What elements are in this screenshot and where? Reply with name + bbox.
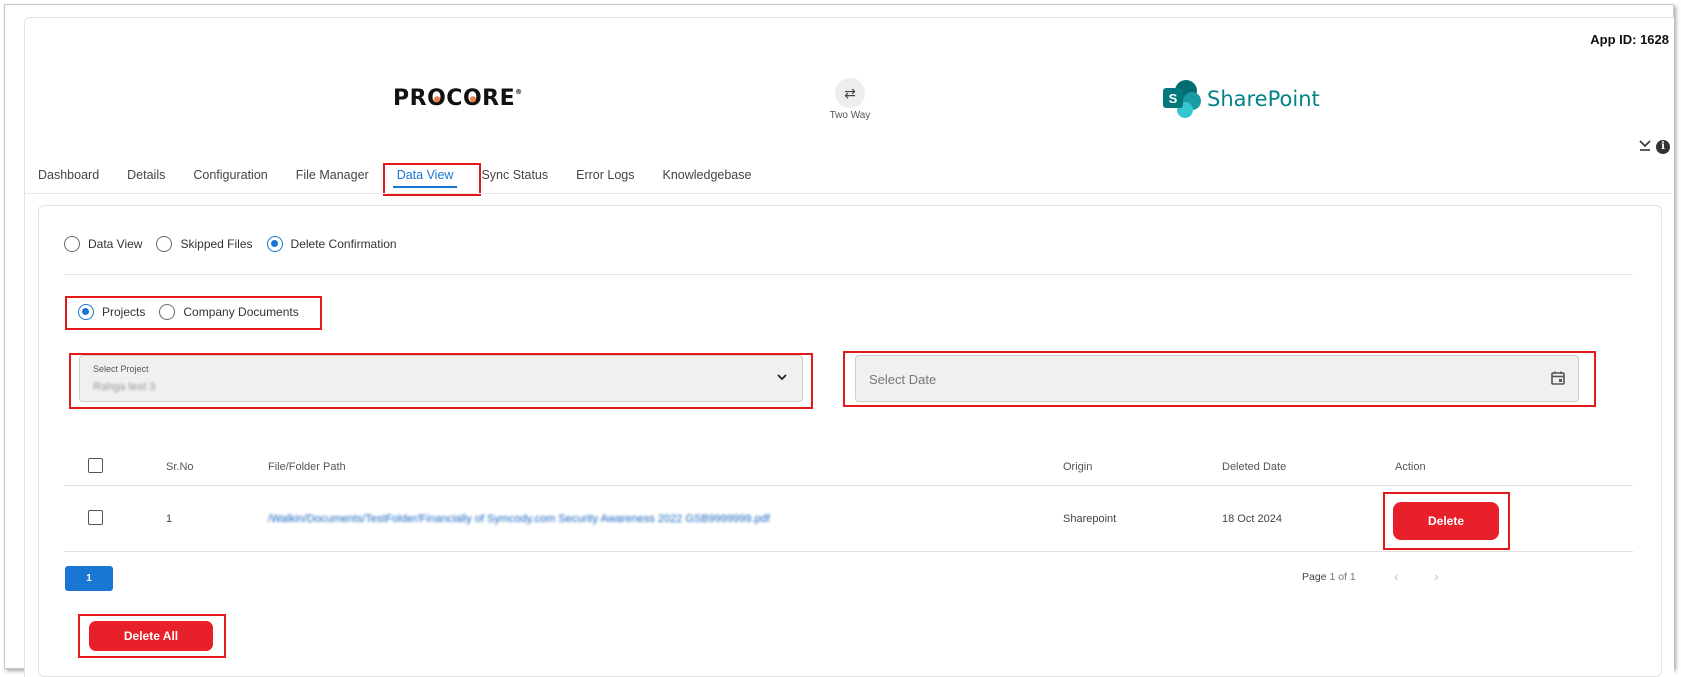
select-all-checkbox[interactable] bbox=[88, 457, 103, 476]
table-header-row: Sr.No File/Folder Path Origin Deleted Da… bbox=[64, 448, 1633, 486]
radio-button[interactable] bbox=[78, 304, 94, 320]
radio-company-documents[interactable]: Company Documents bbox=[159, 304, 299, 320]
date-picker-input[interactable]: Select Date bbox=[855, 355, 1579, 402]
radio-button[interactable] bbox=[64, 236, 80, 252]
project-select-label: Select Project bbox=[93, 364, 149, 374]
radio-delete-confirmation[interactable]: Delete Confirmation bbox=[266, 236, 397, 252]
highlight-data-view-tab bbox=[383, 163, 481, 196]
delete-all-button[interactable]: Delete All bbox=[89, 621, 213, 651]
previous-page-icon[interactable]: ‹ bbox=[1394, 568, 1399, 584]
scope-radio-group: Projects Company Documents bbox=[78, 304, 313, 320]
procore-logo: PROCORE® bbox=[393, 86, 523, 111]
view-mode-radio-group: Data View Skipped Files Delete Confirmat… bbox=[64, 236, 411, 252]
tab-configuration[interactable]: Configuration bbox=[179, 156, 281, 194]
row-file-path-link[interactable]: /Walkin/Documents/TestFolder/Financially… bbox=[268, 513, 770, 525]
row-checkbox[interactable] bbox=[88, 510, 103, 528]
page-info: Page 1 of 1 bbox=[1302, 571, 1356, 583]
calendar-icon[interactable] bbox=[1550, 370, 1566, 386]
project-select-value: Rahga test 3 bbox=[93, 381, 156, 393]
row-origin: Sharepoint bbox=[1063, 513, 1117, 525]
radio-button[interactable] bbox=[266, 236, 283, 252]
radio-button[interactable] bbox=[159, 304, 176, 320]
tab-dashboard[interactable]: Dashboard bbox=[24, 156, 113, 194]
radio-data-view[interactable]: Data View bbox=[64, 236, 142, 252]
info-icon[interactable]: i bbox=[1656, 139, 1670, 154]
column-header-action: Action bbox=[1395, 460, 1426, 473]
row-sr-no: 1 bbox=[166, 513, 173, 525]
tab-file-manager[interactable]: File Manager bbox=[282, 156, 383, 194]
tab-error-logs[interactable]: Error Logs bbox=[562, 156, 648, 194]
app-id-label: App ID: 1628 bbox=[1590, 32, 1669, 47]
radio-button[interactable] bbox=[156, 236, 173, 252]
content-card bbox=[38, 205, 1662, 677]
collapse-icon[interactable] bbox=[1638, 138, 1652, 155]
tab-details[interactable]: Details bbox=[113, 156, 179, 194]
date-picker-placeholder: Select Date bbox=[869, 372, 937, 387]
page-number-button[interactable]: 1 bbox=[65, 566, 113, 591]
header-actions: i bbox=[1638, 138, 1670, 155]
column-header-sr-no: Sr.No bbox=[166, 460, 194, 473]
column-header-deleted-date: Deleted Date bbox=[1222, 460, 1287, 473]
tab-divider bbox=[25, 193, 1673, 194]
sharepoint-logo: S SharePoint bbox=[1163, 80, 1320, 118]
project-select[interactable]: Select Project Rahga test 3 bbox=[79, 355, 803, 402]
section-divider bbox=[64, 274, 1633, 275]
tab-knowledgebase[interactable]: Knowledgebase bbox=[649, 156, 766, 194]
tab-sync-status[interactable]: Sync Status bbox=[467, 156, 562, 194]
column-header-path: File/Folder Path bbox=[268, 460, 346, 473]
sharepoint-wordmark: SharePoint bbox=[1207, 87, 1320, 111]
swap-arrows-icon: ⇄ bbox=[835, 78, 865, 108]
sync-direction-label: Two Way bbox=[829, 110, 871, 121]
radio-skipped-files[interactable]: Skipped Files bbox=[156, 236, 253, 252]
delete-button[interactable]: Delete bbox=[1393, 502, 1499, 540]
chevron-down-icon[interactable] bbox=[776, 370, 788, 382]
radio-projects[interactable]: Projects bbox=[78, 304, 145, 320]
next-page-icon[interactable]: › bbox=[1434, 568, 1439, 584]
row-deleted-date: 18 Oct 2024 bbox=[1222, 513, 1282, 525]
column-header-origin: Origin bbox=[1063, 460, 1093, 473]
sharepoint-icon: S bbox=[1163, 80, 1203, 118]
